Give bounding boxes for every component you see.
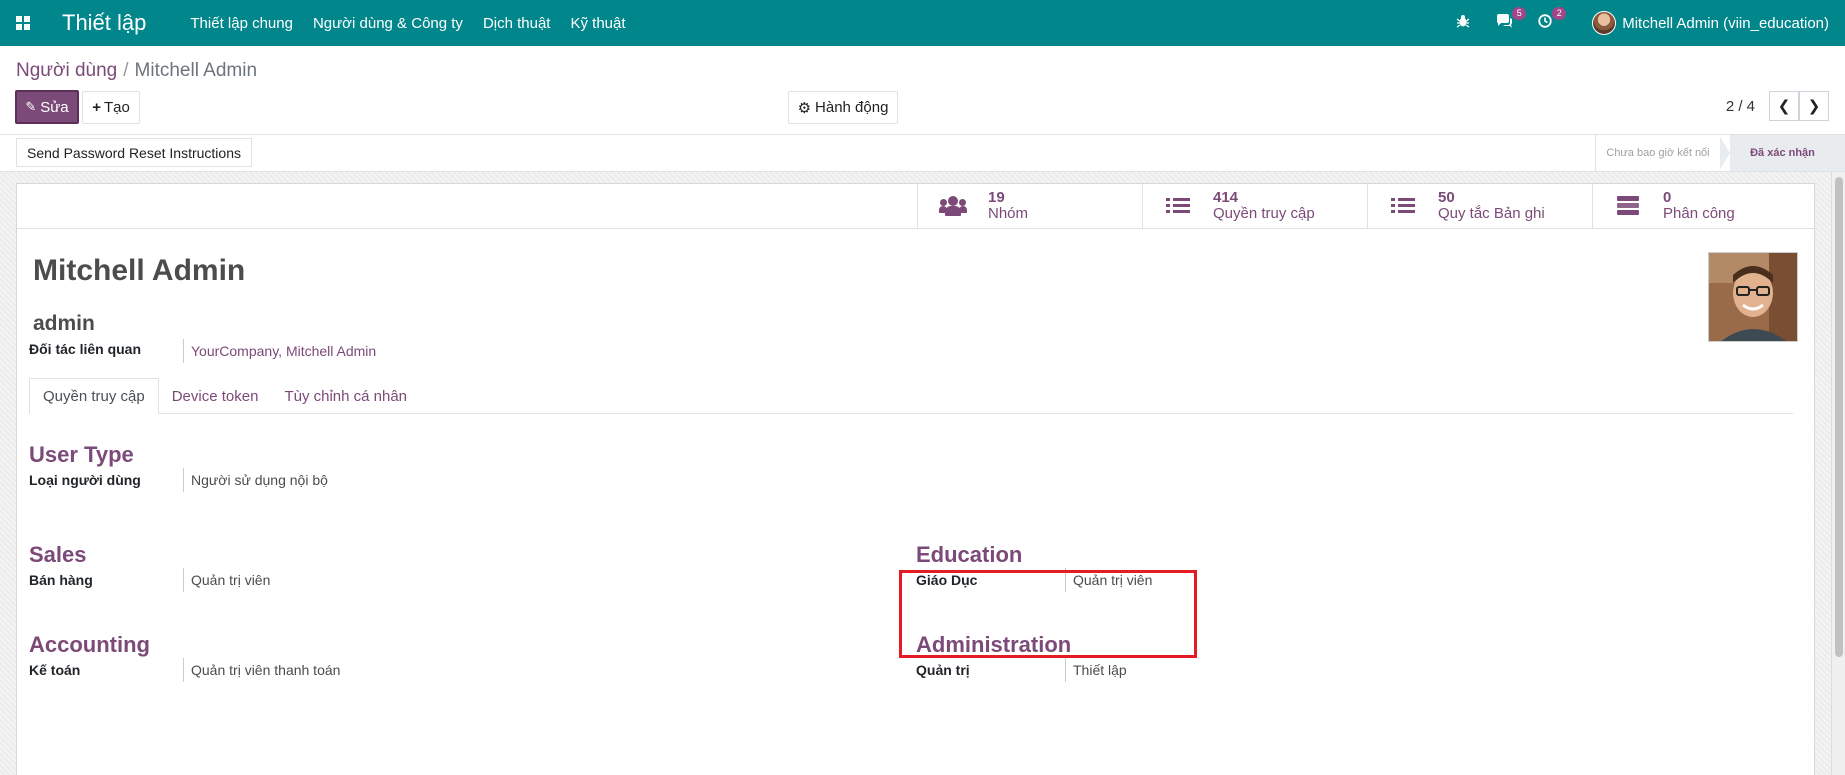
pager-previous-button[interactable]: ❮ (1769, 91, 1799, 121)
pager-next-button[interactable]: ❯ (1799, 91, 1829, 121)
group-title-user-type: User Type (29, 442, 134, 467)
edit-button[interactable]: ✎ Sửa (15, 90, 79, 124)
tab-access-rights[interactable]: Quyền truy cập (29, 378, 159, 414)
user-type-value[interactable]: Người sử dụng nội bộ (183, 468, 328, 492)
breadcrumb: Người dùng / Mitchell Admin (16, 60, 257, 82)
action-dropdown-button[interactable]: ⚙ Hành động (788, 91, 898, 124)
app-brand[interactable]: Thiết lập (62, 10, 146, 36)
accounting-label: Kế toán (29, 662, 81, 678)
education-highlight-box (899, 570, 1197, 658)
create-button[interactable]: + Tạo (82, 91, 140, 124)
user-type-label: Loại người dùng (29, 472, 141, 488)
breadcrumb-users-link[interactable]: Người dùng (16, 60, 117, 81)
record-rules-count: 50 (1438, 189, 1455, 206)
assignments-stat-button[interactable]: 0 Phân công (1592, 184, 1817, 228)
accounting-value[interactable]: Quản trị viên thanh toán (183, 658, 340, 682)
related-partner-value[interactable]: YourCompany, Mitchell Admin (183, 339, 376, 363)
vertical-scrollbar[interactable] (1831, 172, 1845, 775)
sales-label: Bán hàng (29, 572, 93, 588)
access-rights-stat-button[interactable]: 414 Quyền truy cập (1142, 184, 1367, 228)
activities-clock-icon[interactable]: 2 (1538, 7, 1567, 32)
administration-value[interactable]: Thiết lập (1065, 658, 1127, 682)
menu-translations[interactable]: Dịch thuật (483, 15, 551, 32)
tab-preferences[interactable]: Tùy chỉnh cá nhân (271, 378, 420, 414)
group-title-sales: Sales (29, 542, 87, 567)
state-confirmed: Đã xác nhận (1719, 135, 1845, 171)
gear-icon: ⚙ (797, 99, 812, 117)
user-login[interactable]: admin (33, 312, 95, 336)
action-button-label: Hành động (815, 99, 889, 116)
group-title-accounting: Accounting (29, 632, 150, 657)
access-rights-count: 414 (1213, 189, 1239, 206)
messages-icon[interactable]: 5 (1496, 7, 1527, 32)
record-rules-stat-button[interactable]: 50 Quy tắc Bản ghi (1367, 184, 1592, 228)
tasks-icon (1593, 196, 1663, 216)
record-rules-label: Quy tắc Bản ghi (1438, 205, 1545, 222)
assignments-count: 0 (1663, 189, 1672, 206)
list-icon (1143, 197, 1213, 215)
related-partner-label: Đối tác liên quan (29, 341, 142, 357)
pager-value[interactable]: 2 / 4 (1726, 98, 1755, 115)
tab-device-token[interactable]: Device token (159, 378, 272, 414)
assignments-label: Phân công (1663, 205, 1735, 222)
access-rights-label: Quyền truy cập (1213, 205, 1315, 222)
chevron-right-icon: ❯ (1807, 98, 1821, 115)
control-panel: Người dùng / Mitchell Admin ✎ Sửa + Tạo ⚙ … (0, 46, 1845, 135)
top-navbar: Thiết lập Thiết lập chung Người dùng & C… (0, 0, 1845, 46)
scrollbar-thumb[interactable] (1835, 177, 1843, 657)
pencil-icon: ✎ (25, 99, 37, 114)
form-sheet: 19 Nhóm 414 Quyền truy cập 50 Quy tắc Bả… (16, 183, 1815, 775)
user-name-title[interactable]: Mitchell Admin (33, 254, 245, 288)
menu-general-settings[interactable]: Thiết lập chung (190, 15, 293, 32)
menu-technical[interactable]: Kỹ thuật (570, 15, 625, 32)
menu-users-companies[interactable]: Người dùng & Công ty (313, 15, 463, 32)
administration-label: Quản trị (916, 662, 970, 678)
edit-button-label: Sửa (40, 98, 69, 116)
users-icon (918, 196, 988, 216)
list-icon (1368, 197, 1438, 215)
form-statusbar: Send Password Reset Instructions Chưa ba… (0, 135, 1845, 172)
breadcrumb-current: Mitchell Admin (134, 60, 258, 81)
activities-badge: 2 (1552, 7, 1567, 20)
groups-label: Nhóm (988, 205, 1029, 222)
form-notebook-tabs: Quyền truy cập Device token Tùy chỉnh cá… (29, 378, 1793, 414)
sales-value[interactable]: Quản trị viên (183, 568, 270, 592)
plus-icon: + (92, 99, 101, 116)
groups-stat-button[interactable]: 19 Nhóm (917, 184, 1142, 228)
debug-bug-icon[interactable] (1456, 14, 1470, 32)
send-password-reset-button[interactable]: Send Password Reset Instructions (16, 138, 252, 167)
chevron-left-icon: ❮ (1777, 98, 1791, 115)
state-never-connected: Chưa bao giờ kết nối (1595, 135, 1720, 171)
groups-count: 19 (988, 189, 1005, 206)
smart-button-box: 19 Nhóm 414 Quyền truy cập 50 Quy tắc Bả… (17, 184, 1814, 229)
user-avatar[interactable] (1592, 11, 1617, 35)
group-title-education: Education (916, 542, 1023, 567)
user-photo[interactable] (1708, 252, 1798, 342)
apps-menu-icon[interactable] (0, 0, 46, 46)
messages-badge: 5 (1512, 7, 1527, 20)
user-menu[interactable]: Mitchell Admin (viin_education) (1622, 15, 1829, 32)
create-button-label: Tạo (103, 99, 130, 116)
breadcrumb-separator: / (123, 60, 129, 81)
